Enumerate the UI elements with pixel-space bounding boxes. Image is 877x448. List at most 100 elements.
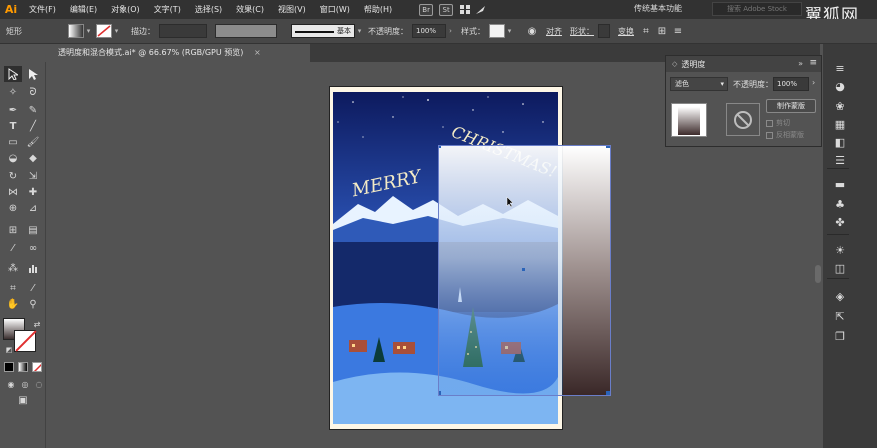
selection-options-icon[interactable]: ⊞: [654, 23, 670, 39]
scroll-thumb[interactable]: [815, 265, 821, 283]
align-button[interactable]: 对齐: [546, 26, 562, 37]
lasso-tool-icon[interactable]: ᘐ: [24, 84, 42, 100]
brushes-panel-icon[interactable]: ▬: [832, 176, 848, 192]
panel-collapse-icon[interactable]: ◇: [672, 60, 677, 68]
draw-inside-icon[interactable]: ◌: [30, 376, 48, 392]
artboard-tool-icon[interactable]: ⌗: [4, 280, 22, 296]
chevron-right-icon[interactable]: ›: [812, 78, 815, 87]
none-mode-icon[interactable]: [32, 362, 42, 372]
make-mask-button[interactable]: 制作蒙版: [766, 99, 816, 113]
gradient-mode-icon[interactable]: [18, 362, 28, 372]
variable-width-profile[interactable]: [215, 24, 277, 38]
stroke-color-swatch[interactable]: [96, 24, 112, 38]
style-label: 样式：: [461, 26, 485, 36]
menu-help[interactable]: 帮助(H): [357, 4, 399, 15]
default-colors-icon[interactable]: ◩: [0, 342, 18, 358]
color-panel-icon[interactable]: ◕: [832, 78, 848, 94]
chevron-down-icon[interactable]: ▾: [112, 24, 121, 38]
shaper-tool-icon[interactable]: ◒: [4, 150, 22, 166]
gradient-panel-icon[interactable]: ◧: [832, 134, 848, 150]
blend-mode-select[interactable]: 滤色 ▾: [670, 77, 728, 91]
gpu-performance-icon[interactable]: [473, 2, 489, 18]
selection-tool-icon[interactable]: [4, 66, 22, 82]
rotate-tool-icon[interactable]: ↻: [4, 168, 22, 184]
puppet-warp-tool-icon[interactable]: ✚: [24, 184, 42, 200]
menu-window[interactable]: 窗口(W): [313, 4, 357, 15]
menu-effect[interactable]: 效果(C): [229, 4, 271, 15]
swap-colors-icon[interactable]: ⇄: [28, 316, 46, 332]
close-icon[interactable]: ×: [254, 48, 261, 57]
graph-tool-icon[interactable]: [24, 260, 42, 276]
panel-expand-icon[interactable]: »: [798, 59, 803, 68]
panel-menu-icon[interactable]: ≡: [809, 58, 817, 68]
curvature-tool-icon[interactable]: ✎: [24, 102, 42, 118]
shape-builder-tool-icon[interactable]: ⊕: [4, 200, 22, 216]
bridge-button[interactable]: Br: [419, 3, 434, 16]
menu-edit[interactable]: 编辑(E): [63, 4, 104, 15]
symbol-sprayer-tool-icon[interactable]: ⁂: [4, 260, 22, 276]
magic-wand-tool-icon[interactable]: ✧: [4, 84, 22, 100]
direct-selection-tool-icon[interactable]: [24, 66, 42, 82]
eyedropper-tool-icon[interactable]: ⁄: [4, 240, 22, 256]
gradient-rectangle[interactable]: [438, 145, 611, 396]
stroke-weight-input[interactable]: [159, 24, 207, 38]
chevron-down-icon[interactable]: ▾: [505, 24, 514, 38]
type-tool-icon[interactable]: T: [4, 118, 22, 134]
chevron-down-icon[interactable]: ▾: [84, 24, 93, 38]
screen-mode-icon[interactable]: ▣: [14, 392, 32, 408]
recolor-artwork-icon[interactable]: ◉: [524, 23, 540, 39]
scale-tool-icon[interactable]: ⇲: [24, 168, 42, 184]
isolate-icon[interactable]: ⌗: [638, 23, 654, 39]
clip-checkbox[interactable]: 剪切: [766, 118, 790, 128]
opacity-input[interactable]: 100%: [773, 77, 809, 91]
transparency-panel-icon[interactable]: ◫: [832, 260, 848, 276]
menu-object[interactable]: 对象(O): [104, 4, 147, 15]
stroke-panel-icon[interactable]: ☰: [832, 152, 848, 168]
links-panel-icon[interactable]: ❐: [832, 328, 848, 344]
workspace-switcher[interactable]: 传统基本功能: [634, 3, 682, 14]
artboards-panel-icon[interactable]: ⇱: [832, 308, 848, 324]
arrange-documents-icon[interactable]: [457, 2, 473, 18]
menu-type[interactable]: 文字(T): [147, 4, 188, 15]
chevron-right-icon[interactable]: ›: [446, 24, 455, 38]
rectangle-tool-icon[interactable]: ▭: [4, 134, 22, 150]
eraser-tool-icon[interactable]: ◆: [24, 150, 42, 166]
perspective-grid-tool-icon[interactable]: ⊿: [24, 200, 42, 216]
panel-menu-icon[interactable]: ≡: [832, 60, 848, 76]
shape-options[interactable]: [598, 24, 610, 38]
symbols-panel-icon[interactable]: ♣: [832, 196, 848, 212]
invert-mask-checkbox[interactable]: 反相蒙版: [766, 130, 804, 140]
paintbrush-tool-icon[interactable]: 🖌: [24, 134, 42, 150]
mesh-tool-icon[interactable]: ⊞: [4, 222, 22, 238]
gradient-tool-icon[interactable]: ▤: [24, 222, 42, 238]
menu-file[interactable]: 文件(F): [22, 4, 63, 15]
stock-button[interactable]: St: [439, 3, 454, 16]
panel-menu-icon[interactable]: ≡: [670, 23, 686, 39]
shape-button[interactable]: 形状：: [570, 26, 594, 37]
brush-definition[interactable]: 基本: [291, 24, 355, 38]
chevron-down-icon[interactable]: ▾: [355, 24, 364, 38]
opacity-input[interactable]: 100%: [412, 24, 446, 38]
document-title: 透明度和混合模式.ai* @ 66.67% (RGB/GPU 预览): [58, 48, 244, 57]
layers-panel-icon[interactable]: ◈: [832, 288, 848, 304]
graphic-style-swatch[interactable]: [489, 24, 505, 38]
object-thumbnail[interactable]: [671, 103, 707, 137]
graphic-styles-icon[interactable]: ✤: [832, 214, 848, 230]
pen-tool-icon[interactable]: ✒: [4, 102, 22, 118]
menu-select[interactable]: 选择(S): [188, 4, 229, 15]
menu-view[interactable]: 视图(V): [271, 4, 313, 15]
slice-tool-icon[interactable]: ⁄: [24, 280, 42, 296]
blend-tool-icon[interactable]: ∞: [24, 240, 42, 256]
appearance-panel-icon[interactable]: ☀: [832, 242, 848, 258]
color-guide-icon[interactable]: ❀: [832, 98, 848, 114]
transform-button[interactable]: 变换: [618, 26, 634, 37]
document-tab[interactable]: 透明度和混合模式.ai* @ 66.67% (RGB/GPU 预览) ×: [50, 44, 310, 62]
line-tool-icon[interactable]: ╱: [24, 118, 42, 134]
swatches-panel-icon[interactable]: ▦: [832, 116, 848, 132]
stock-search-input[interactable]: 搜索 Adobe Stock: [712, 2, 802, 16]
zoom-tool-icon[interactable]: ⚲: [24, 296, 42, 312]
width-tool-icon[interactable]: ⋈: [4, 184, 22, 200]
color-mode-icon[interactable]: [4, 362, 14, 372]
fill-color-swatch[interactable]: [68, 24, 84, 38]
hand-tool-icon[interactable]: ✋: [4, 296, 22, 312]
